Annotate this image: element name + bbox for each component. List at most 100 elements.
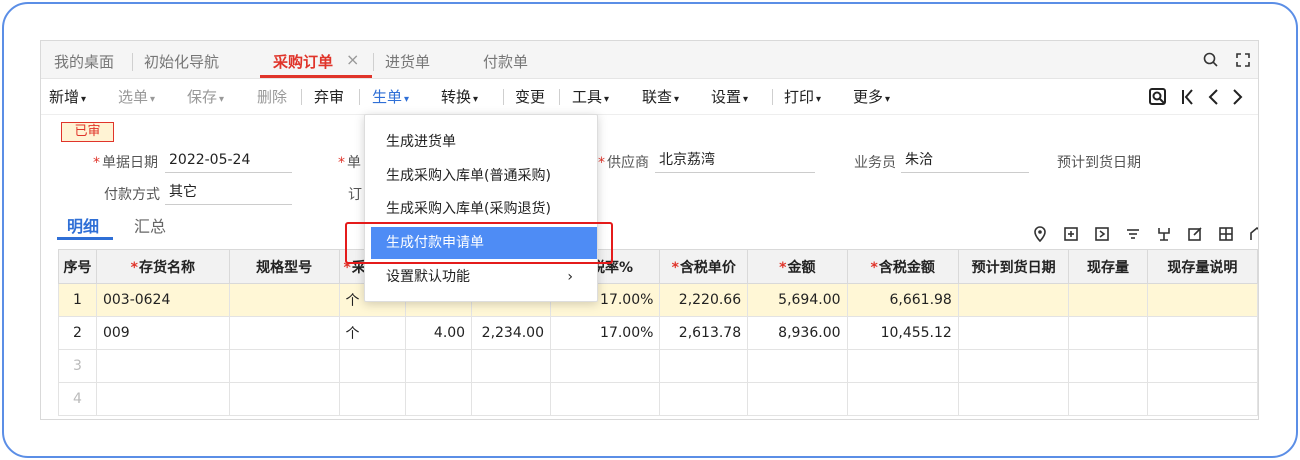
new-button[interactable]: 新增 ▾ <box>49 79 86 115</box>
cell-qty[interactable] <box>404 349 473 383</box>
table-row[interactable]: 4 <box>58 382 1258 416</box>
preview-icon[interactable] <box>1148 87 1168 107</box>
cell-tax-amount[interactable] <box>846 349 959 383</box>
cell-tax-unit-price[interactable] <box>659 382 749 416</box>
cell-price[interactable] <box>471 382 551 416</box>
delete-button[interactable]: 删除 <box>257 79 287 115</box>
tab-bar: 我的桌面 初始化导航 采购订单 × 进货单 付款单 <box>41 41 1258 79</box>
col-header-amount[interactable]: *金额 <box>747 249 848 284</box>
export-icon[interactable] <box>1093 225 1111 243</box>
app-window: 我的桌面 初始化导航 采购订单 × 进货单 付款单 新增 ▾ 选单 ▾ 保存 ▾ 删除… <box>40 40 1259 420</box>
col-header-no[interactable]: 序号 <box>58 249 97 284</box>
more-button[interactable]: 更多 ▾ <box>853 79 890 115</box>
tab-payment[interactable]: 付款单 <box>483 41 528 79</box>
col-header-item-name[interactable]: *存货名称 <box>95 249 230 284</box>
cell-qty[interactable] <box>404 382 473 416</box>
table-row[interactable]: 3 <box>58 349 1258 383</box>
cell-tax-rate[interactable] <box>549 349 661 383</box>
cell-tax-amount[interactable] <box>846 382 959 416</box>
add-row-icon[interactable] <box>1062 225 1080 243</box>
menu-item-generate-inbound-return[interactable]: 生成采购入库单(采购退货) <box>365 193 597 225</box>
toolbar-divider <box>359 89 360 105</box>
cell-item-name[interactable]: 009 <box>95 316 230 350</box>
supplier-field[interactable]: 北京荔湾 <box>655 149 815 173</box>
tab-purchase-order[interactable]: 采购订单 <box>273 41 333 79</box>
cell-tax-unit-price[interactable]: 2,613.78 <box>659 316 749 350</box>
cell-spec[interactable] <box>228 283 340 317</box>
settings-button[interactable]: 设置 ▾ <box>711 79 748 115</box>
col-header-stock[interactable]: 现存量 <box>1068 249 1148 284</box>
payment-method-label: 付款方式 <box>104 187 160 203</box>
cell-price[interactable]: 2,234.00 <box>471 316 551 350</box>
tab-close-icon[interactable]: × <box>346 52 359 68</box>
menu-item-generate-receipt[interactable]: 生成进货单 <box>365 126 597 158</box>
unapprove-button[interactable]: 弃审 <box>314 79 344 115</box>
cell-tax-amount[interactable]: 10,455.12 <box>846 316 959 350</box>
cell-expected-date[interactable] <box>957 349 1070 383</box>
cell-amount[interactable]: 5,694.00 <box>747 283 848 317</box>
select-order-button[interactable]: 选单 ▾ <box>118 79 155 115</box>
cell-tax-unit-price[interactable]: 2,220.66 <box>659 283 749 317</box>
cell-qty[interactable]: 4.00 <box>404 316 473 350</box>
tab-receipt[interactable]: 进货单 <box>385 41 430 79</box>
tab-detail[interactable]: 明细 <box>67 213 99 237</box>
save-button[interactable]: 保存 ▾ <box>187 79 224 115</box>
salesman-field[interactable]: 朱洽 <box>901 149 1029 173</box>
related-query-button[interactable]: 联查 ▾ <box>642 79 679 115</box>
cell-tax-amount[interactable]: 6,661.98 <box>846 283 959 317</box>
grid-layout-icon[interactable] <box>1217 225 1235 243</box>
cell-unit[interactable] <box>338 382 406 416</box>
cell-spec[interactable] <box>228 382 340 416</box>
edit-icon[interactable] <box>1186 225 1204 243</box>
cell-expected-date[interactable] <box>957 316 1070 350</box>
split-icon[interactable] <box>1155 225 1173 243</box>
col-header-spec[interactable]: 规格型号 <box>228 249 340 284</box>
tab-divider <box>373 53 374 71</box>
menu-item-set-default[interactable]: 设置默认功能 › <box>365 261 597 293</box>
cell-amount[interactable] <box>747 349 848 383</box>
cell-stock <box>1068 316 1148 350</box>
more-icon[interactable] <box>1248 225 1259 243</box>
cell-tax-rate[interactable] <box>549 382 661 416</box>
cell-expected-date[interactable] <box>957 283 1070 317</box>
first-record-icon[interactable] <box>1180 87 1196 107</box>
cell-unit[interactable] <box>338 349 406 383</box>
table-row[interactable]: 1 003-0624 个 17.00% 2,220.66 5,694.00 6,… <box>58 283 1258 317</box>
col-header-tax-amount[interactable]: *含税金额 <box>846 249 959 284</box>
search-icon[interactable] <box>1202 51 1220 69</box>
generate-doc-button[interactable]: 生单 ▾ <box>372 79 409 115</box>
toolbar-divider <box>559 89 560 105</box>
location-icon[interactable] <box>1031 225 1049 243</box>
col-header-tax-unit-price[interactable]: *含税单价 <box>659 249 749 284</box>
cell-tax-unit-price[interactable] <box>659 349 749 383</box>
cell-item-name[interactable] <box>95 349 230 383</box>
tools-button[interactable]: 工具 ▾ <box>572 79 609 115</box>
payment-method-field[interactable]: 其它 <box>165 181 292 205</box>
cell-expected-date[interactable] <box>957 382 1070 416</box>
change-button[interactable]: 变更 <box>515 79 545 115</box>
tab-summary[interactable]: 汇总 <box>134 213 166 237</box>
cell-unit[interactable]: 个 <box>338 316 406 350</box>
col-header-expected-date[interactable]: 预计到货日期 <box>957 249 1070 284</box>
convert-button[interactable]: 转换 ▾ <box>441 79 478 115</box>
cell-price[interactable] <box>471 349 551 383</box>
tab-my-desktop[interactable]: 我的桌面 <box>54 41 114 79</box>
cell-item-name[interactable] <box>95 382 230 416</box>
cell-amount[interactable]: 8,936.00 <box>747 316 848 350</box>
table-row[interactable]: 2 009 个 4.00 2,234.00 17.00% 2,613.78 8,… <box>58 316 1258 350</box>
print-button[interactable]: 打印 ▾ <box>784 79 821 115</box>
filter-icon[interactable] <box>1124 225 1142 243</box>
cell-spec[interactable] <box>228 316 340 350</box>
cell-amount[interactable] <box>747 382 848 416</box>
cell-no: 2 <box>58 316 97 350</box>
doc-date-field[interactable]: 2022-05-24 <box>165 149 292 173</box>
fullscreen-icon[interactable] <box>1234 51 1252 69</box>
tab-init-guide[interactable]: 初始化导航 <box>144 41 219 79</box>
cell-item-name[interactable]: 003-0624 <box>95 283 230 317</box>
col-header-stock-note[interactable]: 现存量说明 <box>1146 249 1258 284</box>
next-record-icon[interactable] <box>1230 87 1246 107</box>
cell-spec[interactable] <box>228 349 340 383</box>
menu-item-generate-inbound-normal[interactable]: 生成采购入库单(普通采购) <box>365 160 597 192</box>
cell-tax-rate[interactable]: 17.00% <box>549 316 661 350</box>
previous-record-icon[interactable] <box>1205 87 1221 107</box>
